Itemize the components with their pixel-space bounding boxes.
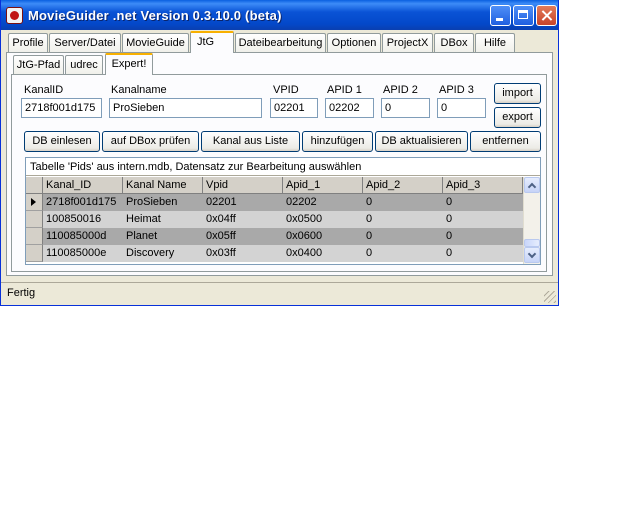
table-corner bbox=[26, 177, 43, 194]
tab-expert[interactable]: Expert! bbox=[105, 53, 153, 75]
tab-movieguide[interactable]: MovieGuide bbox=[122, 33, 189, 52]
apid1-field[interactable]: 02202 bbox=[325, 98, 374, 118]
kanalid-label: KanalID bbox=[24, 84, 64, 96]
table-cell[interactable]: Planet bbox=[123, 228, 203, 245]
table-cell[interactable]: 02202 bbox=[283, 194, 363, 211]
table-cell[interactable]: 0x05ff bbox=[203, 228, 283, 245]
table-cell[interactable]: 0 bbox=[363, 245, 443, 262]
table-cell[interactable]: 0 bbox=[443, 194, 523, 211]
table-caption: Tabelle 'Pids' aus intern.mdb, Datensatz… bbox=[26, 158, 540, 176]
col-header-vpid[interactable]: Vpid bbox=[203, 177, 283, 194]
db-aktualisieren-button[interactable]: DB aktualisieren bbox=[375, 131, 468, 152]
table-cell[interactable]: 0 bbox=[363, 228, 443, 245]
apid2-label: APID 2 bbox=[383, 84, 418, 96]
tab-jtg-pfad[interactable]: JtG-Pfad bbox=[13, 55, 64, 74]
resize-grip-icon[interactable] bbox=[544, 291, 556, 303]
tab-hilfe[interactable]: Hilfe bbox=[475, 33, 515, 52]
tab-optionen[interactable]: Optionen bbox=[327, 33, 381, 52]
table-cell[interactable]: 0x03ff bbox=[203, 245, 283, 262]
row-selector[interactable] bbox=[26, 194, 43, 211]
import-button[interactable]: import bbox=[494, 83, 541, 104]
row-selector[interactable] bbox=[26, 228, 43, 245]
status-bar: Fertig bbox=[1, 282, 558, 305]
scroll-down-icon[interactable] bbox=[524, 247, 540, 263]
export-button[interactable]: export bbox=[494, 107, 541, 128]
col-header-apid2[interactable]: Apid_2 bbox=[363, 177, 443, 194]
kanalid-field[interactable]: 2718f001d175 bbox=[21, 98, 102, 118]
app-icon[interactable] bbox=[6, 7, 23, 24]
kanal-aus-liste-button[interactable]: Kanal aus Liste bbox=[201, 131, 300, 152]
table-cell[interactable]: 2718f001d175 bbox=[43, 194, 123, 211]
table-cell[interactable]: 0x0500 bbox=[283, 211, 363, 228]
tab-projectx[interactable]: ProjectX bbox=[382, 33, 433, 52]
tab-profile[interactable]: Profile bbox=[8, 33, 48, 52]
col-header-kanal-id[interactable]: Kanal_ID bbox=[43, 177, 123, 194]
apid2-field[interactable]: 0 bbox=[381, 98, 430, 118]
tab-jtg[interactable]: JtG bbox=[190, 31, 234, 53]
apid3-field[interactable]: 0 bbox=[437, 98, 486, 118]
table-cell[interactable]: Discovery bbox=[123, 245, 203, 262]
maximize-button[interactable] bbox=[513, 5, 534, 26]
col-header-apid3[interactable]: Apid_3 bbox=[443, 177, 523, 194]
table-cell[interactable]: 0 bbox=[443, 245, 523, 262]
status-text: Fertig bbox=[7, 287, 36, 299]
table-cell[interactable]: 0 bbox=[363, 211, 443, 228]
title-bar[interactable]: MovieGuider .net Version 0.3.10.0 (beta) bbox=[1, 0, 558, 30]
hinzufuegen-button[interactable]: hinzufügen bbox=[302, 131, 373, 152]
table-cell[interactable]: Heimat bbox=[123, 211, 203, 228]
pids-table[interactable]: Tabelle 'Pids' aus intern.mdb, Datensatz… bbox=[25, 157, 541, 265]
table-cell[interactable]: 110085000d bbox=[43, 228, 123, 245]
kanalname-label: Kanalname bbox=[111, 84, 167, 96]
row-selector[interactable] bbox=[26, 211, 43, 228]
apid3-label: APID 3 bbox=[439, 84, 474, 96]
tab-server-datei[interactable]: Server/Datei bbox=[49, 33, 121, 52]
entfernen-button[interactable]: entfernen bbox=[470, 131, 541, 152]
scroll-thumb[interactable] bbox=[524, 239, 540, 247]
apid1-label: APID 1 bbox=[327, 84, 362, 96]
table-cell[interactable]: 0 bbox=[443, 211, 523, 228]
table-cell[interactable]: 100850016 bbox=[43, 211, 123, 228]
table-cell[interactable]: 0x04ff bbox=[203, 211, 283, 228]
table-cell[interactable]: 0 bbox=[363, 194, 443, 211]
table-cell[interactable]: 110085000e bbox=[43, 245, 123, 262]
vpid-label: VPID bbox=[273, 84, 299, 96]
table-cell[interactable]: 0x0400 bbox=[283, 245, 363, 262]
tab-dbox[interactable]: DBox bbox=[434, 33, 474, 52]
table-cell[interactable]: 02201 bbox=[203, 194, 283, 211]
table-cell[interactable]: ProSieben bbox=[123, 194, 203, 211]
col-header-apid1[interactable]: Apid_1 bbox=[283, 177, 363, 194]
row-selector[interactable] bbox=[26, 245, 43, 262]
vpid-field[interactable]: 02201 bbox=[270, 98, 318, 118]
table-cell[interactable]: 0 bbox=[443, 228, 523, 245]
db-einlesen-button[interactable]: DB einlesen bbox=[24, 131, 100, 152]
scroll-up-icon[interactable] bbox=[524, 177, 540, 193]
tab-dateibearbeitung[interactable]: Dateibearbeitung bbox=[235, 33, 326, 52]
window-title: MovieGuider .net Version 0.3.10.0 (beta) bbox=[28, 8, 282, 23]
col-header-kanal-name[interactable]: Kanal Name bbox=[123, 177, 203, 194]
current-row-arrow-icon bbox=[31, 198, 36, 206]
close-button[interactable] bbox=[536, 5, 557, 26]
table-cell[interactable]: 0x0600 bbox=[283, 228, 363, 245]
tab-udrec[interactable]: udrec bbox=[65, 55, 103, 74]
main-window: MovieGuider .net Version 0.3.10.0 (beta)… bbox=[0, 0, 559, 306]
vertical-scrollbar[interactable] bbox=[523, 177, 540, 264]
minimize-button[interactable] bbox=[490, 5, 511, 26]
kanalname-field[interactable]: ProSieben bbox=[109, 98, 262, 118]
dbox-pruefen-button[interactable]: auf DBox prüfen bbox=[102, 131, 199, 152]
